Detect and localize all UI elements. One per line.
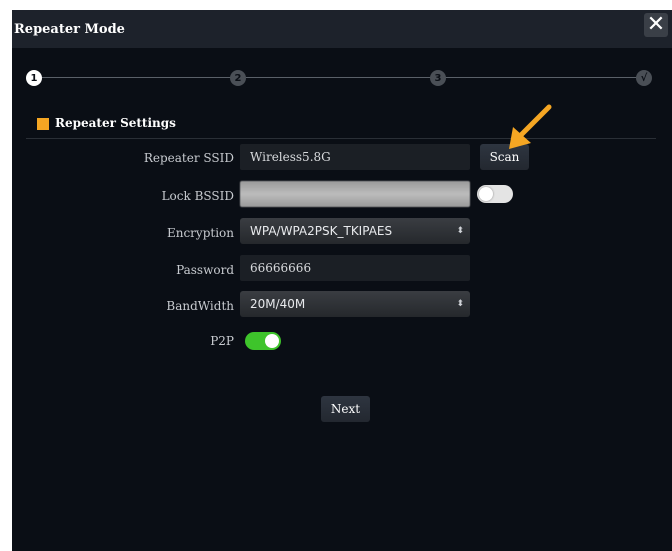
step-connector: [42, 77, 238, 78]
ssid-field[interactable]: Wireless5.8G: [240, 144, 470, 170]
lock-bssid-toggle[interactable]: [477, 185, 513, 203]
lock-bssid-field[interactable]: [240, 181, 470, 207]
section-divider: [26, 138, 656, 139]
close-icon[interactable]: ✕: [644, 13, 668, 37]
ssid-label: Repeater SSID: [143, 151, 234, 165]
password-label: Password: [176, 263, 234, 277]
select-arrows-icon: ⬍: [456, 226, 464, 236]
p2p-label: P2P: [210, 334, 234, 348]
bandwidth-label: BandWidth: [166, 299, 234, 313]
select-arrows-icon: ⬍: [456, 299, 464, 309]
encryption-label: Encryption: [166, 226, 234, 240]
bandwidth-select[interactable]: 20M/40M ⬍: [240, 291, 470, 317]
step-2: 2: [230, 70, 246, 86]
toggle-knob: [265, 334, 279, 348]
step-connector: [444, 77, 640, 78]
toggle-knob: [479, 187, 493, 201]
lock-bssid-label: Lock BSSID: [161, 189, 234, 203]
progress-steps: 1 2 3 √: [26, 68, 656, 88]
next-button[interactable]: Next: [321, 396, 370, 422]
step-3: 3: [430, 70, 446, 86]
password-field[interactable]: 66666666: [240, 255, 470, 281]
dialog-titlebar: Repeater Mode ✕: [12, 10, 672, 48]
step-done: √: [636, 70, 652, 86]
step-connector: [246, 77, 436, 78]
step-1: 1: [26, 70, 42, 86]
dialog-title: Repeater Mode: [14, 22, 125, 37]
encryption-select[interactable]: WPA/WPA2PSK_TKIPAES ⬍: [240, 218, 470, 244]
section-square-icon: [37, 118, 49, 130]
annotation-arrow-icon: [509, 104, 552, 149]
section-title: Repeater Settings: [55, 116, 176, 130]
p2p-toggle[interactable]: [245, 332, 281, 350]
encryption-value: WPA/WPA2PSK_TKIPAES: [250, 224, 393, 238]
bandwidth-value: 20M/40M: [250, 297, 306, 311]
